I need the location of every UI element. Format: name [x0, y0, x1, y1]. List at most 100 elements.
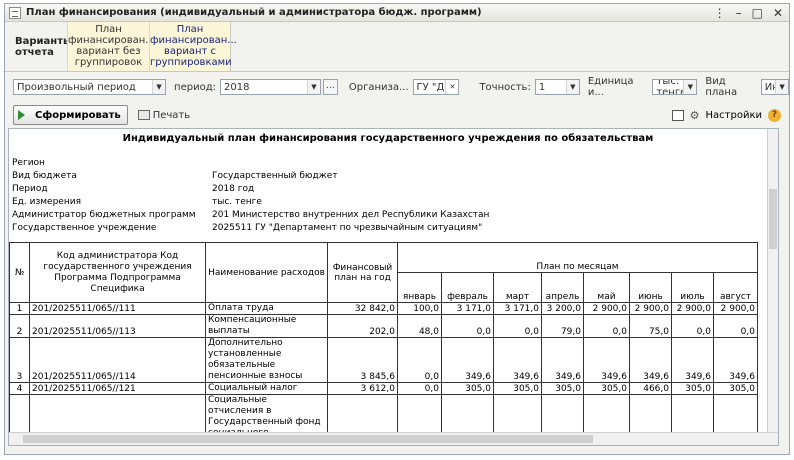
organization-label: Организа...: [348, 81, 409, 93]
print-label: Печать: [152, 109, 191, 121]
accuracy-select[interactable]: 1 ▼: [534, 79, 580, 95]
meta-key: Регион: [12, 158, 45, 168]
row-month-cell: 305,0: [493, 382, 542, 395]
table-row: 1 201/2025511/065//111 Оплата труда 32 842,…: [9, 302, 758, 315]
row-month-cell: 2 900,0: [629, 302, 672, 315]
row-month-cell: 349,6: [713, 337, 758, 383]
filter-bar: Произвольный период ▼ период: 2018 ▼ ...…: [5, 72, 790, 102]
table-view-icon[interactable]: [671, 109, 684, 121]
chevron-down-icon[interactable]: ▼: [775, 80, 789, 94]
vertical-scrollbar[interactable]: [767, 129, 778, 433]
period-label: период:: [174, 81, 216, 93]
row-num-cell: 2: [9, 314, 30, 338]
row-month-cell: 0,0: [493, 314, 542, 338]
plan-table: № Код администратора Код государственног…: [9, 242, 758, 445]
period-value: 2018: [224, 81, 250, 93]
row-month-cell: 349,6: [541, 337, 584, 383]
month-header: январь: [397, 272, 442, 303]
row-name-cell: Оплата труда: [205, 302, 328, 315]
row-name-cell: Дополнительно установленные обязательные…: [205, 337, 328, 383]
plan-type-select[interactable]: Ин ▼: [760, 79, 790, 95]
col-header-code: Код администратора Код государственного …: [29, 242, 206, 303]
period-select-button[interactable]: ...: [322, 79, 338, 95]
month-header: февраль: [441, 272, 494, 303]
row-code-cell: 201/2025511/065//114: [29, 337, 206, 383]
unit-select[interactable]: Тыс. тенге ▼: [652, 79, 698, 95]
meta-value: тыс. тенге: [212, 197, 262, 207]
row-month-cell: 349,6: [441, 337, 494, 383]
row-month-cell: 75,0: [629, 314, 672, 338]
row-month-cell: 305,0: [441, 382, 494, 395]
chevron-down-icon[interactable]: ▼: [306, 80, 320, 94]
print-button[interactable]: Печать: [137, 109, 191, 121]
row-month-cell: 0,0: [397, 337, 442, 383]
chevron-down-icon[interactable]: ▼: [565, 80, 579, 94]
table-header-row: № Код администратора Код государственног…: [9, 242, 758, 303]
organization-input[interactable]: ГУ "Д ✕: [412, 79, 460, 95]
variant-tab-with-grouping[interactable]: План финансирован... вариант с группиров…: [149, 22, 237, 71]
row-month-cell: 100,0: [397, 302, 442, 315]
row-month-cell: 0,0: [441, 314, 494, 338]
meta-row: Вид бюджета Государственный бюджет: [12, 170, 489, 183]
clear-icon[interactable]: ✕: [445, 80, 459, 94]
row-month-cell: 0,0: [671, 314, 714, 338]
meta-key: Ед. измерения: [12, 197, 81, 207]
report-title: Индивидуальный план финансирования госуд…: [122, 133, 654, 144]
row-month-cell: 466,0: [629, 382, 672, 395]
row-month-cell: 305,0: [583, 382, 630, 395]
report-icon: [9, 6, 21, 19]
chevron-down-icon[interactable]: ▼: [683, 80, 697, 94]
row-plan-cell: 32 842,0: [327, 302, 398, 315]
row-month-cell: 349,6: [493, 337, 542, 383]
menu-dots-button[interactable]: ⋮: [714, 6, 726, 20]
minimize-button[interactable]: –: [736, 6, 742, 20]
report-meta: Регион Вид бюджета Государственный бюджет…: [12, 157, 489, 235]
vertical-scroll-thumb[interactable]: [769, 189, 777, 249]
table-row: 3 201/2025511/065//114 Дополнительно устан…: [9, 337, 758, 383]
meta-row: Государственное учреждение 2025511 ГУ "Де…: [12, 222, 489, 235]
row-num-cell: 4: [9, 382, 30, 395]
table-row: 2 201/2025511/065//113 Компенсационные вып…: [9, 314, 758, 338]
meta-row: Администратор бюджетных программ 201 Мини…: [12, 209, 489, 222]
meta-value: Государственный бюджет: [212, 171, 338, 181]
report-document: Индивидуальный план финансирования госуд…: [8, 128, 779, 446]
row-code-cell: 201/2025511/065//111: [29, 302, 206, 315]
settings-gear-icon[interactable]: ⚙: [690, 109, 700, 122]
period-input[interactable]: 2018 ▼ ...: [220, 79, 338, 95]
horizontal-scroll-thumb[interactable]: [23, 435, 593, 443]
meta-key: Вид бюджета: [12, 171, 77, 181]
period-mode-select[interactable]: Произвольный период ▼: [13, 79, 167, 95]
accuracy-label: Точность:: [479, 81, 531, 93]
chevron-down-icon[interactable]: ▼: [152, 80, 166, 94]
variants-header: Варианты отчета: [15, 36, 73, 58]
window-title: План финансирования (индивидуальный и ад…: [26, 7, 482, 18]
title-bar: План финансирования (индивидуальный и ад…: [5, 4, 789, 22]
report-variants-bar: Варианты отчета План финансирован... вар…: [5, 22, 789, 72]
row-month-cell: 2 900,0: [583, 302, 630, 315]
row-plan-cell: 3 845,6: [327, 337, 398, 383]
settings-button[interactable]: Настройки: [706, 110, 762, 121]
col-header-num: №: [9, 242, 30, 303]
row-month-cell: 349,6: [583, 337, 630, 383]
row-month-cell: 305,0: [713, 382, 758, 395]
row-plan-cell: 3 612,0: [327, 382, 398, 395]
meta-key: Период: [12, 184, 48, 194]
row-month-cell: 48,0: [397, 314, 442, 338]
row-month-cell: 2 900,0: [713, 302, 758, 315]
printer-icon: [137, 110, 150, 120]
row-plan-cell: 202,0: [327, 314, 398, 338]
generate-report-button[interactable]: Сформировать: [13, 105, 128, 125]
row-num-cell: 1: [9, 302, 30, 315]
maximize-button[interactable]: □: [752, 6, 763, 20]
horizontal-scrollbar[interactable]: [9, 432, 778, 445]
help-icon[interactable]: ?: [768, 108, 781, 122]
col-header-plan: Финансовый план на год: [327, 242, 398, 303]
month-header: август: [713, 272, 758, 303]
close-button[interactable]: ✕: [773, 6, 783, 20]
row-code-cell: 201/2025511/065//113: [29, 314, 206, 338]
variant-tab-no-grouping[interactable]: План финансирован... вариант без группир…: [67, 22, 155, 71]
row-month-cell: 79,0: [541, 314, 584, 338]
row-month-cell: 305,0: [671, 382, 714, 395]
row-month-cell: 3 200,0: [541, 302, 584, 315]
row-month-cell: 0,0: [583, 314, 630, 338]
